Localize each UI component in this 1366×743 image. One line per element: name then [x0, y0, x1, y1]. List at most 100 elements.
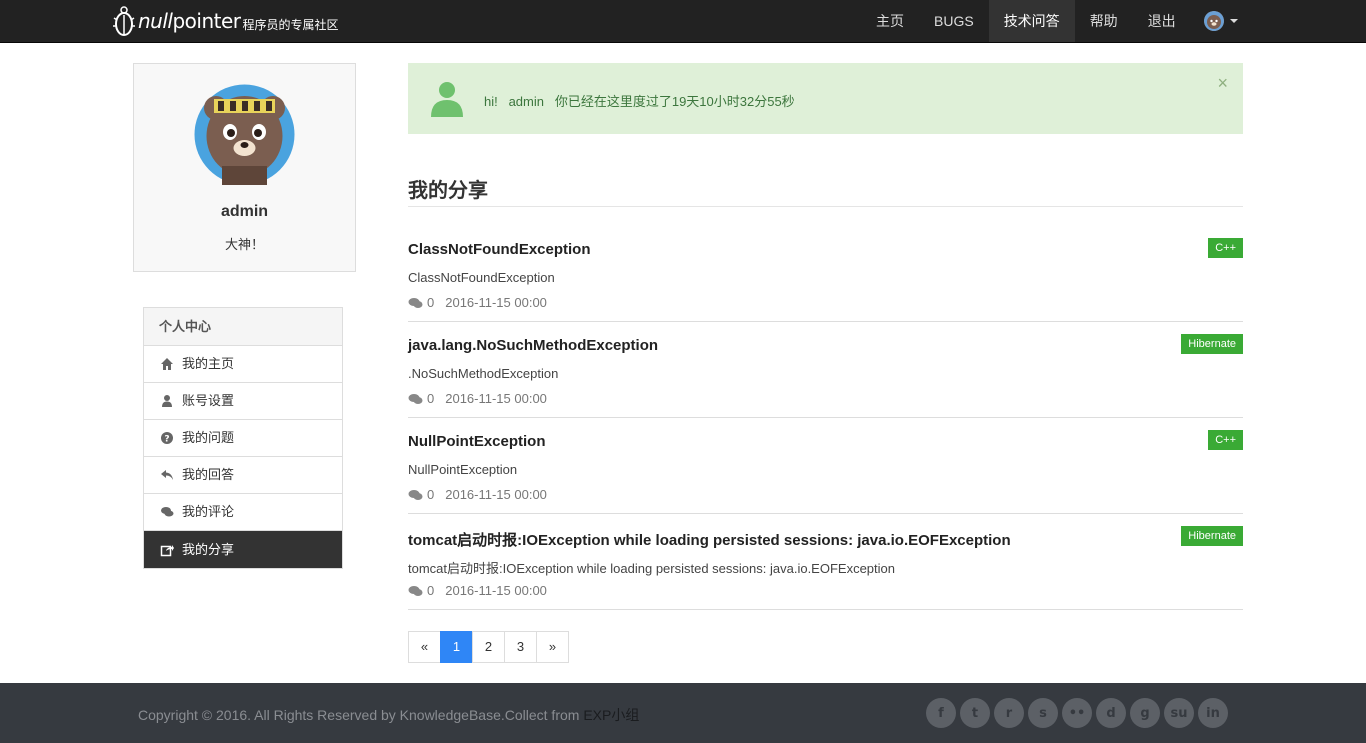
side-item-label: 我的问题: [182, 430, 235, 445]
brand-subtitle: 程序员的专属社区: [242, 17, 339, 32]
share-description: ClassNotFoundException: [408, 270, 555, 285]
comment-icon: [408, 489, 423, 500]
user-icon: [162, 395, 172, 407]
tag-badge[interactable]: C++: [1208, 430, 1243, 450]
share-title-link[interactable]: NullPointException: [408, 433, 546, 450]
tag-badge[interactable]: Hibernate: [1181, 526, 1243, 546]
share-date: 2016-11-15 00:00: [445, 583, 547, 598]
side-item-5[interactable]: 我的分享: [144, 531, 342, 568]
pagination-page-3[interactable]: 3: [504, 631, 537, 663]
flickr-icon[interactable]: ••: [1062, 698, 1092, 728]
side-item-label: 我的分享: [182, 541, 235, 557]
section-title: 我的分享: [408, 180, 488, 202]
profile-avatar[interactable]: [194, 84, 295, 185]
brand-logo[interactable]: nullpointer 程序员的专属社区: [112, 4, 339, 38]
share-item: ClassNotFoundException ClassNotFoundExcep…: [408, 226, 1243, 322]
share-item: java.lang.NoSuchMethodException .NoSuchMe…: [408, 322, 1243, 418]
skype-icon[interactable]: s: [1028, 698, 1058, 728]
share-date: 2016-11-15 00:00: [445, 487, 547, 502]
facebook-icon[interactable]: f: [926, 698, 956, 728]
nav-item-0[interactable]: 主页: [861, 0, 919, 42]
svg-text:?: ?: [164, 435, 169, 445]
question-icon: ?: [161, 432, 173, 445]
main-nav: 主页 BUGS 技术问答 帮助 退出: [861, 0, 1191, 42]
share-item: NullPointException NullPointException 0 201…: [408, 418, 1243, 514]
nav-item-4[interactable]: 退出: [1133, 0, 1191, 42]
side-item-label: 我的主页: [182, 356, 235, 371]
comment-count: 0: [427, 391, 435, 406]
bug-logo-icon: [113, 6, 135, 36]
side-item-1[interactable]: 账号设置: [144, 383, 342, 420]
footer: Copyright © 2016. All Rights Reserved by…: [0, 683, 1366, 743]
share-icon: [160, 544, 174, 556]
side-item-label: 账号设置: [182, 393, 235, 408]
pagination-page-2[interactable]: 2: [472, 631, 505, 663]
section-divider: [408, 206, 1243, 207]
share-description: .NoSuchMethodException: [408, 366, 559, 381]
home-icon: [161, 358, 173, 370]
share-meta: 0 2016-11-15 00:00: [408, 295, 547, 310]
rss-icon[interactable]: r: [994, 698, 1024, 728]
social-links: f t r s •• d g su in: [926, 698, 1232, 728]
user-icon: [431, 82, 463, 117]
profile-name: admin: [220, 203, 269, 220]
delicious-icon[interactable]: d: [1096, 698, 1126, 728]
exp-link[interactable]: EXP小组: [583, 707, 639, 723]
share-description: tomcat启动时报:IOException while loading per…: [408, 561, 895, 576]
profile-title: 大神！: [224, 237, 264, 252]
twitter-icon[interactable]: t: [960, 698, 990, 728]
tag-badge[interactable]: Hibernate: [1181, 334, 1243, 354]
comment-count: 0: [427, 487, 435, 502]
nav-item-3[interactable]: 帮助: [1075, 0, 1133, 42]
pagination-prev[interactable]: «: [408, 631, 441, 663]
reply-icon: [161, 470, 173, 480]
side-item-0[interactable]: 我的主页: [144, 346, 342, 383]
copyright-label: Copyright © 2016. All Rights Reserved by…: [138, 707, 584, 723]
side-item-2[interactable]: ? 我的问题: [144, 420, 342, 457]
alert-duration: 你已经在这里度过了19天10小时32分55秒: [554, 94, 795, 109]
share-date: 2016-11-15 00:00: [445, 391, 547, 406]
stumbleupon-icon[interactable]: su: [1164, 698, 1194, 728]
brand-name: nullpointer: [138, 9, 241, 33]
share-meta: 0 2016-11-15 00:00: [408, 487, 547, 502]
share-meta: 0 2016-11-15 00:00: [408, 583, 547, 598]
side-item-label: 我的评论: [182, 504, 235, 519]
side-item-4[interactable]: 我的评论: [144, 494, 342, 531]
share-description: NullPointException: [408, 462, 518, 477]
profile-card: admin 大神！: [133, 63, 356, 272]
close-icon[interactable]: ×: [1217, 73, 1228, 94]
personal-center-menu: 个人中心 我的主页 账号设置? 我的问题 我的回答 我的评论 我的分享: [143, 307, 343, 569]
comment-icon: [408, 297, 423, 308]
share-item: tomcat启动时报:IOException while loading per…: [408, 514, 1243, 610]
user-avatar[interactable]: [1204, 11, 1224, 31]
chevron-down-icon[interactable]: [1230, 19, 1238, 23]
comments-icon: [161, 507, 174, 517]
google-icon[interactable]: g: [1130, 698, 1160, 728]
side-item-3[interactable]: 我的回答: [144, 457, 342, 494]
comment-icon: [408, 585, 423, 596]
alert-greeting: hi!: [484, 94, 498, 109]
welcome-alert: hi! admin 你已经在这里度过了19天10小时32分55秒 ×: [408, 63, 1243, 134]
share-title-link[interactable]: java.lang.NoSuchMethodException: [408, 337, 658, 354]
share-date: 2016-11-15 00:00: [445, 295, 547, 310]
comment-icon: [408, 393, 423, 404]
avatar-bear-icon: [1204, 11, 1224, 31]
side-menu-heading: 个人中心: [144, 308, 342, 346]
copyright-text: Copyright © 2016. All Rights Reserved by…: [138, 705, 639, 725]
pagination: «1 2 3»: [408, 631, 569, 663]
top-navbar: nullpointer 程序员的专属社区 主页 BUGS 技术问答 帮助 退出: [0, 0, 1366, 43]
pagination-page-1[interactable]: 1: [440, 631, 473, 663]
share-title-link[interactable]: ClassNotFoundException: [408, 241, 591, 258]
share-meta: 0 2016-11-15 00:00: [408, 391, 547, 406]
nav-item-2[interactable]: 技术问答: [988, 0, 1075, 42]
comment-count: 0: [427, 583, 435, 598]
pagination-next[interactable]: »: [536, 631, 569, 663]
share-title-link[interactable]: tomcat启动时报:IOException while loading per…: [408, 529, 1011, 550]
share-list: ClassNotFoundException ClassNotFoundExcep…: [408, 226, 1243, 610]
linkedin-icon[interactable]: in: [1198, 698, 1228, 728]
alert-message: hi! admin 你已经在这里度过了19天10小时32分55秒: [484, 91, 795, 110]
comment-count: 0: [427, 295, 435, 310]
nav-item-1[interactable]: BUGS: [919, 0, 989, 42]
tag-badge[interactable]: C++: [1208, 238, 1243, 258]
side-item-label: 我的回答: [182, 467, 235, 482]
